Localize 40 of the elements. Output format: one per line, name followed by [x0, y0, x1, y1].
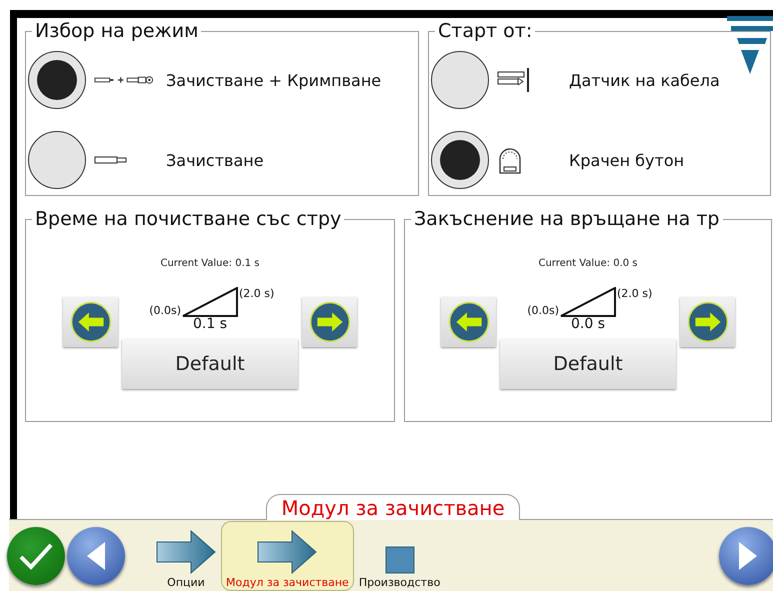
current-value-text: Current Value: 0.1 s: [160, 258, 260, 269]
increase-button[interactable]: [302, 297, 357, 347]
current-value-text: Current Value: 0.0 s: [538, 258, 638, 269]
wire-end-icon: [94, 155, 128, 165]
cable-sensor-icon: [497, 67, 531, 93]
next-button[interactable]: [719, 526, 773, 584]
group-title: Старт от:: [437, 21, 534, 42]
nav-tab[interactable]: Опции: [151, 520, 221, 590]
group-title: Избор на режим: [34, 21, 200, 42]
min-label: (0.0s): [149, 304, 181, 317]
check-icon: [18, 542, 54, 570]
option-label: Крачен бутон: [569, 150, 684, 170]
group-title: Закъснение на връщане на тр: [413, 209, 720, 230]
max-label: (2.0 s): [617, 287, 652, 300]
increase-button[interactable]: [680, 297, 735, 347]
logo-icon: [727, 14, 773, 76]
default-button[interactable]: Default: [500, 339, 676, 389]
arrow-icon: [156, 530, 216, 574]
ramp-triangle-icon: [182, 287, 238, 317]
confirm-button[interactable]: [7, 526, 65, 584]
gauge-value: 0.0 s: [570, 317, 605, 332]
nav-tab[interactable]: Модул за зачистване: [221, 520, 354, 590]
option-label: Датчик на кабела: [569, 70, 720, 90]
ramp-triangle-icon: [560, 287, 616, 317]
min-label: (0.0s): [527, 304, 559, 317]
gauge-value: 0.1 s: [192, 317, 227, 332]
decrease-button[interactable]: [63, 297, 118, 347]
arrow-icon: [257, 530, 318, 574]
option-label: Зачистване + Кримпване: [166, 70, 382, 90]
page-title: Модул за зачистване: [266, 494, 520, 520]
back-button[interactable]: [67, 526, 125, 584]
square-icon: [384, 546, 415, 574]
decrease-button[interactable]: [441, 297, 496, 347]
group-title: Време на почистване със стру: [34, 209, 342, 230]
option-label: Зачистване: [166, 150, 264, 170]
default-button[interactable]: Default: [122, 339, 298, 389]
left-triangle-icon: [85, 540, 107, 570]
right-triangle-icon: [737, 540, 759, 570]
max-label: (2.0 s): [239, 287, 274, 300]
nav-tab[interactable]: Производство: [354, 520, 446, 590]
